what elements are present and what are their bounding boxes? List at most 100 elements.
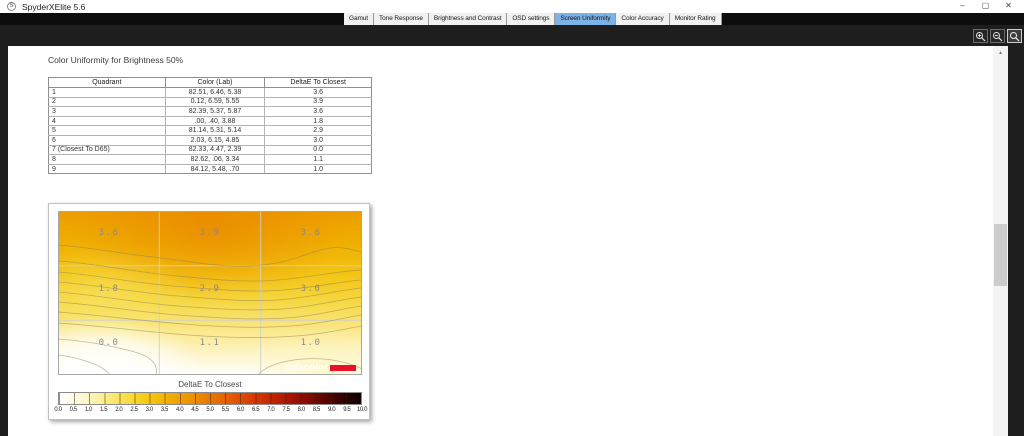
- zoom-in-icon: [975, 31, 986, 42]
- colorbar-ticks: [59, 393, 361, 404]
- cell-delta_e: 3.6: [265, 88, 372, 98]
- uniformity-chart-panel: 3.63.93.61.82.93.00.01.11.0 datacolor De…: [48, 203, 370, 420]
- cell-delta_e: 1.8: [265, 116, 372, 126]
- tab-brightness-and-contrast[interactable]: Brightness and Contrast: [429, 13, 507, 25]
- scroll-up-icon[interactable]: ▲: [993, 46, 1008, 60]
- zoom-in-button[interactable]: [973, 29, 988, 43]
- uniformity-table: Quadrant Color (Lab) DeltaE To Closest 1…: [48, 77, 372, 174]
- tab-osd-settings[interactable]: OSD settings: [507, 13, 555, 25]
- minimize-icon[interactable]: –: [951, 0, 974, 13]
- colorbar-tick-label: 2.0: [115, 407, 122, 413]
- table-row: 882.62, .06, 3.341.1: [49, 155, 372, 165]
- cell-color_lab: 82.62, .06, 3.34: [165, 155, 265, 165]
- cell-delta_e: 3.9: [265, 97, 372, 107]
- table-row: 62.03, 6.15, 4.853.0: [49, 135, 372, 145]
- cell-color_lab: 82.51, 6.46, 5.38: [165, 88, 265, 98]
- table-row: 4.00, .40, 3.881.8: [49, 116, 372, 126]
- cell-color_lab: .00, .40, 3.88: [165, 116, 265, 126]
- header-quadrant: Quadrant: [49, 78, 166, 88]
- page-title: Color Uniformity for Brightness 50%: [48, 55, 183, 65]
- header-color-lab: Color (Lab): [165, 78, 265, 88]
- cell-color_lab: 0.12, 6.59, 5.55: [165, 97, 265, 107]
- cell-quadrant: 1: [49, 88, 166, 98]
- colorbar-tick-label: 8.0: [298, 407, 305, 413]
- tab-monitor-rating[interactable]: Monitor Rating: [670, 13, 722, 25]
- table-row: 182.51, 6.46, 5.383.6: [49, 88, 372, 98]
- cell-delta_e: 1.1: [265, 155, 372, 165]
- colorbar-tick-label: 0.0: [54, 407, 61, 413]
- tab-gamut[interactable]: Gamut: [344, 13, 374, 25]
- zoom-toolbar: [973, 29, 1022, 43]
- heatmap-cell-label: 2.9: [200, 284, 221, 294]
- table-row: 382.39, 5.37, 5.873.6: [49, 107, 372, 117]
- magnifier-icon: [1009, 31, 1020, 42]
- tab-tone-response[interactable]: Tone Response: [374, 13, 429, 25]
- heatmap-cell-label: 3.9: [200, 228, 221, 238]
- colorbar-tick-label: 2.5: [130, 407, 137, 413]
- colorbar-tick-label: 9.0: [328, 407, 335, 413]
- colorbar-tick-label: 1.0: [85, 407, 92, 413]
- zoom-reset-button[interactable]: [1007, 29, 1022, 43]
- heatmap-cell-label: 1.8: [99, 284, 120, 294]
- colorbar-tick-label: 9.5: [343, 407, 350, 413]
- maximize-icon[interactable]: ▢: [974, 0, 997, 13]
- scrollbar-thumb[interactable]: [994, 224, 1007, 286]
- cell-color_lab: 2.03, 6.15, 4.85: [165, 135, 265, 145]
- colorbar-tick-label: 7.5: [282, 407, 289, 413]
- tab-color-accuracy[interactable]: Color Accuracy: [616, 13, 669, 25]
- cell-quadrant: 5: [49, 126, 166, 136]
- table-row: 20.12, 6.59, 5.553.9: [49, 97, 372, 107]
- tab-bar: GamutTone ResponseBrightness and Contras…: [344, 13, 722, 25]
- cell-delta_e: 2.9: [265, 126, 372, 136]
- table-row: 7 (Closest To D65)82.33, 4.47, 2.390.0: [49, 145, 372, 155]
- colorbar-tick-label: 8.5: [313, 407, 320, 413]
- colorbar-tick-label: 4.0: [176, 407, 183, 413]
- colorbar-frame: [58, 392, 362, 405]
- colorbar-tick-label: 10.0: [357, 407, 367, 413]
- main-area: Color Uniformity for Brightness 50% Quad…: [0, 25, 1024, 436]
- cell-color_lab: 82.39, 5.37, 5.87: [165, 107, 265, 117]
- cell-quadrant: 3: [49, 107, 166, 117]
- cell-delta_e: 3.0: [265, 135, 372, 145]
- tab-strip: GamutTone ResponseBrightness and Contras…: [0, 13, 1024, 25]
- zoom-out-button[interactable]: [990, 29, 1005, 43]
- table-row: 984.12, 5.48, .701.0: [49, 164, 372, 174]
- cell-quadrant: 6: [49, 135, 166, 145]
- cell-delta_e: 3.6: [265, 107, 372, 117]
- cell-color_lab: 82.33, 4.47, 2.39: [165, 145, 265, 155]
- cell-delta_e: 0.0: [265, 145, 372, 155]
- zoom-out-icon: [992, 31, 1003, 42]
- colorbar-tick-label: 7.0: [267, 407, 274, 413]
- vertical-scrollbar[interactable]: ▲: [993, 46, 1008, 436]
- colorbar-tick-label: 0.5: [70, 407, 77, 413]
- table-row: 581.14, 5.31, 5.142.9: [49, 126, 372, 136]
- window-controls: – ▢ ✕: [951, 0, 1020, 13]
- cell-quadrant: 8: [49, 155, 166, 165]
- uniformity-table-body: 182.51, 6.46, 5.383.620.12, 6.59, 5.553.…: [49, 88, 372, 174]
- colorbar-tick-label: 6.5: [252, 407, 259, 413]
- cell-quadrant: 4: [49, 116, 166, 126]
- colorbar-tick-label: 4.5: [191, 407, 198, 413]
- window-title: SpyderXElite 5.6: [22, 2, 85, 12]
- heatmap-cell-label: 3.6: [99, 228, 120, 238]
- heatmap-cell-label: 3.0: [301, 284, 322, 294]
- colorbar-tick-label: 1.5: [100, 407, 107, 413]
- contour-plot: 3.63.93.61.82.93.00.01.11.0: [58, 211, 362, 375]
- heatmap-cell-label: 3.6: [301, 228, 322, 238]
- table-header-row: Quadrant Color (Lab) DeltaE To Closest: [49, 78, 372, 88]
- close-icon[interactable]: ✕: [997, 0, 1020, 13]
- cell-quadrant: 2: [49, 97, 166, 107]
- header-deltae: DeltaE To Closest: [265, 78, 372, 88]
- tab-screen-uniformity[interactable]: Screen Uniformity: [555, 13, 616, 25]
- title-bar: S SpyderXElite 5.6 – ▢ ✕: [0, 0, 1024, 13]
- colorbar-labels: 0.00.51.01.52.02.53.03.54.04.55.05.56.06…: [58, 407, 362, 415]
- colorbar-tick-label: 3.0: [146, 407, 153, 413]
- cell-quadrant: 9: [49, 164, 166, 174]
- heatmap-cell-label: 1.1: [200, 338, 221, 348]
- cell-color_lab: 81.14, 5.31, 5.14: [165, 126, 265, 136]
- colorbar-tick-label: 5.0: [206, 407, 213, 413]
- heatmap-cell-label: 0.0: [99, 338, 120, 348]
- cell-delta_e: 1.0: [265, 164, 372, 174]
- colorbar-title: DeltaE To Closest: [58, 380, 362, 389]
- colorbar-tick-label: 6.0: [237, 407, 244, 413]
